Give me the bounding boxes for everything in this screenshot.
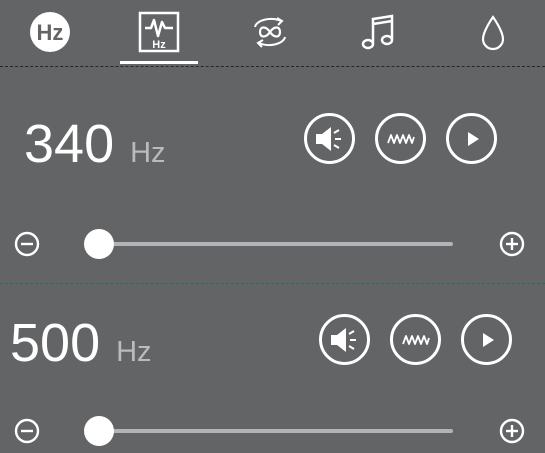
- speaker-icon: [315, 126, 341, 151]
- tab-drop[interactable]: [453, 0, 533, 64]
- frequency-value: 500: [10, 313, 101, 373]
- infinity-loop-icon: [254, 17, 286, 48]
- waveform-icon: [386, 133, 415, 144]
- signal-hz-icon: Hz: [138, 11, 180, 53]
- tab-signal[interactable]: Hz: [119, 0, 199, 64]
- minus-circle-icon: [14, 418, 40, 444]
- waveform-icon: [401, 334, 430, 345]
- slider-track[interactable]: [92, 429, 453, 433]
- play-icon: [467, 131, 479, 146]
- tone-panel-1: 340 Hz: [0, 67, 545, 284]
- plus-circle-icon: [499, 418, 525, 444]
- play-button[interactable]: [461, 314, 512, 365]
- slider-thumb[interactable]: [84, 229, 115, 259]
- frequency-value: 340: [24, 114, 115, 174]
- svg-text:Hz: Hz: [37, 20, 64, 45]
- tone-panel-2: 500 Hz: [0, 284, 545, 453]
- frequency-slider: [0, 411, 545, 451]
- frequency-unit: Hz: [130, 137, 166, 169]
- hz-badge-icon: Hz: [30, 12, 70, 52]
- active-tab-indicator: [120, 61, 198, 64]
- water-drop-icon: [481, 15, 505, 51]
- decrease-button[interactable]: [14, 418, 40, 444]
- tab-music[interactable]: [340, 0, 420, 64]
- plus-circle-icon: [499, 231, 525, 257]
- increase-button[interactable]: [499, 418, 525, 444]
- decrease-button[interactable]: [14, 231, 40, 257]
- speaker-button[interactable]: [319, 314, 370, 365]
- svg-text:Hz: Hz: [152, 39, 166, 51]
- slider-track[interactable]: [92, 242, 453, 246]
- frequency-display: 500 Hz: [10, 312, 152, 374]
- speaker-button[interactable]: [304, 113, 355, 164]
- play-button[interactable]: [446, 113, 497, 164]
- music-note-icon: [361, 14, 394, 50]
- minus-circle-icon: [14, 231, 40, 257]
- waveform-button[interactable]: [375, 113, 426, 164]
- increase-button[interactable]: [499, 231, 525, 257]
- speaker-icon: [330, 327, 356, 352]
- slider-thumb[interactable]: [84, 416, 115, 446]
- frequency-unit: Hz: [116, 336, 152, 368]
- tab-hz[interactable]: Hz: [10, 0, 90, 64]
- tab-bar: Hz Hz: [0, 0, 545, 67]
- play-icon: [482, 332, 494, 347]
- tab-loop[interactable]: [230, 0, 310, 64]
- frequency-display: 340 Hz: [24, 113, 166, 175]
- frequency-slider: [0, 224, 545, 264]
- waveform-button[interactable]: [390, 314, 441, 365]
